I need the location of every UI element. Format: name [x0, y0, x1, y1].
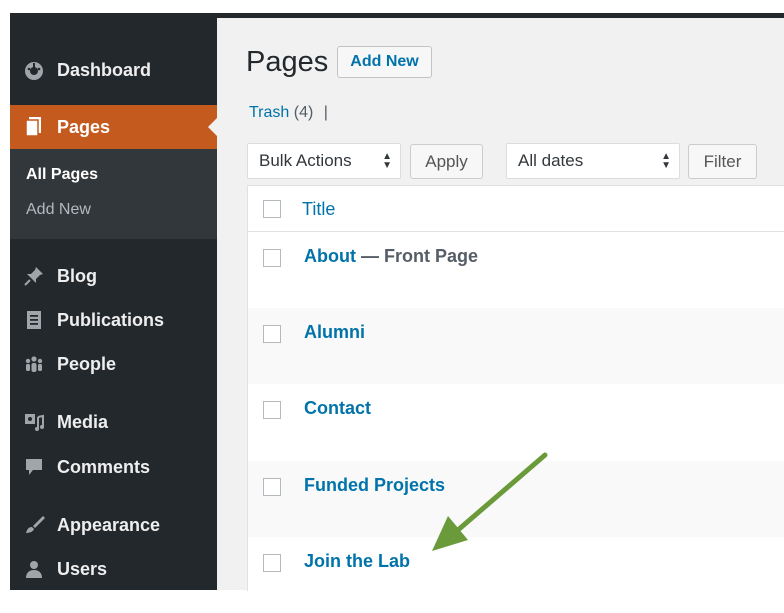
menu-item-media[interactable]: Media — [10, 401, 217, 441]
row-title: Join the Lab — [304, 551, 410, 572]
menu-item-publications[interactable]: Publications — [10, 299, 217, 339]
pin-icon — [23, 265, 45, 287]
table-row: Alumni — [248, 308, 784, 384]
menu-label: Dashboard — [57, 60, 152, 80]
row-checkbox[interactable] — [263, 325, 281, 343]
page-title-link[interactable]: Join the Lab — [304, 551, 410, 571]
row-title: Alumni — [304, 322, 365, 343]
menu-item-dashboard[interactable]: Dashboard — [10, 49, 217, 89]
trash-link[interactable]: Trash — [249, 104, 289, 121]
column-title-header[interactable]: Title — [302, 199, 335, 220]
menu-item-appearance[interactable]: Appearance — [10, 504, 217, 544]
pages-table: Title About — Front Page Alumni Contact … — [247, 185, 784, 591]
bulk-actions-select[interactable]: Bulk Actions ▲ ▼ — [247, 143, 401, 179]
select-all-checkbox[interactable] — [263, 200, 281, 218]
comments-icon — [23, 456, 45, 478]
menu-label: Comments — [57, 457, 151, 477]
page-title-link[interactable]: Funded Projects — [304, 475, 445, 495]
table-row: Funded Projects — [248, 461, 784, 537]
apply-button[interactable]: Apply — [410, 144, 483, 179]
menu-label: Appearance — [57, 515, 161, 535]
view-filters: Trash (4) | — [249, 104, 328, 122]
row-title: Contact — [304, 398, 371, 419]
page-title-link[interactable]: About — [304, 246, 356, 266]
admin-sidebar: Dashboard Pages All Pages Add New Blog P… — [10, 18, 217, 590]
current-menu-pointer — [208, 118, 217, 136]
menu-label: Pages — [57, 117, 111, 137]
post-state: — Front Page — [355, 246, 478, 266]
submenu-item-all-pages[interactable]: All Pages — [26, 166, 98, 184]
table-row: About — Front Page — [248, 232, 784, 308]
dates-value: All dates — [518, 151, 584, 170]
brush-icon — [23, 514, 45, 536]
dates-select[interactable]: All dates ▲ ▼ — [506, 143, 680, 179]
pages-submenu: All Pages Add New — [10, 149, 217, 239]
trash-count: (4) — [293, 104, 314, 121]
add-new-page-button[interactable]: Add New — [337, 46, 432, 78]
people-icon — [23, 353, 45, 375]
row-checkbox[interactable] — [263, 249, 281, 267]
pages-icon — [23, 115, 45, 137]
dashboard-icon — [23, 59, 45, 81]
menu-item-comments[interactable]: Comments — [10, 446, 217, 486]
menu-item-blog[interactable]: Blog — [10, 255, 217, 295]
view-separator: | — [323, 104, 328, 121]
row-title: Funded Projects — [304, 475, 445, 496]
menu-label: Users — [57, 559, 108, 579]
table-header: Title — [248, 186, 784, 232]
page-title-link[interactable]: Alumni — [304, 322, 365, 342]
menu-label: People — [57, 354, 117, 374]
bulk-actions-value: Bulk Actions — [259, 151, 352, 170]
media-icon — [23, 411, 45, 433]
row-checkbox[interactable] — [263, 554, 281, 572]
filter-button[interactable]: Filter — [688, 144, 757, 179]
menu-item-users[interactable]: Users — [10, 548, 217, 588]
select-arrows-icon: ▲ ▼ — [661, 151, 671, 171]
menu-label: Blog — [57, 266, 97, 286]
table-row: Join the Lab — [248, 537, 784, 613]
row-title: About — Front Page — [304, 246, 478, 267]
menu-label: Publications — [57, 310, 165, 330]
table-row: Contact — [248, 384, 784, 460]
menu-item-people[interactable]: People — [10, 343, 217, 383]
menu-label: Media — [57, 412, 109, 432]
main-content: Pages Add New Trash (4) | Bulk Actions ▲… — [217, 18, 784, 591]
select-arrows-icon: ▲ ▼ — [382, 151, 392, 171]
page-title: Pages — [246, 46, 329, 78]
row-checkbox[interactable] — [263, 478, 281, 496]
page-title-link[interactable]: Contact — [304, 398, 371, 418]
row-checkbox[interactable] — [263, 401, 281, 419]
menu-item-pages[interactable]: Pages — [10, 105, 217, 149]
submenu-item-add-new[interactable]: Add New — [26, 201, 91, 219]
user-icon — [23, 558, 45, 580]
document-icon — [23, 309, 45, 331]
